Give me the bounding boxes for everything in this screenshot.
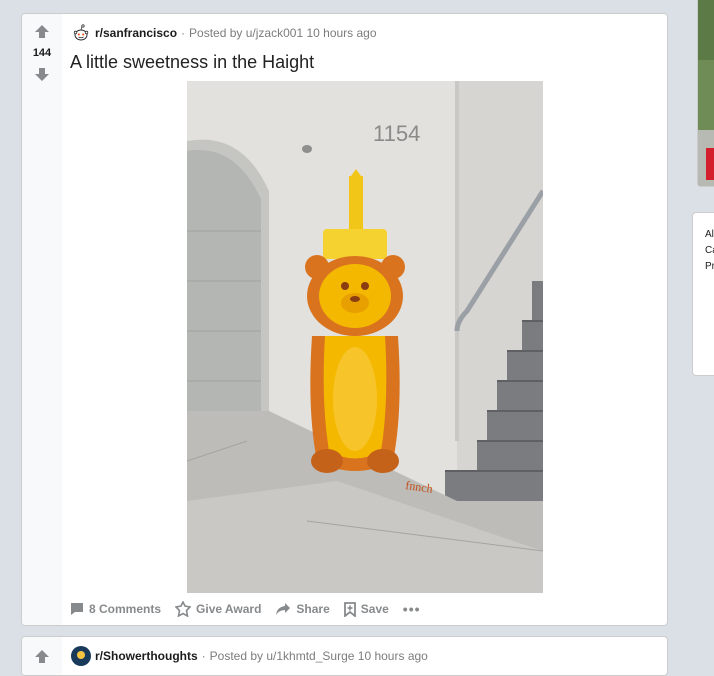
vote-column: 144	[22, 14, 62, 625]
vote-count: 144	[32, 47, 52, 59]
subreddit-link[interactable]: r/Showerthoughts	[95, 649, 198, 663]
sidebar-image	[698, 0, 714, 186]
give-award-button[interactable]: Give Award	[173, 599, 263, 619]
subreddit-link[interactable]: r/sanfrancisco	[95, 26, 177, 40]
share-icon	[276, 603, 291, 615]
house-number: 1154	[373, 121, 420, 146]
post-image[interactable]: 1154 fnnch	[187, 81, 543, 593]
share-label: Share	[296, 602, 330, 616]
meta-separator: ·	[181, 26, 186, 40]
next-post-meta: r/Showerthoughts · Posted by u/1khmtd_Su…	[71, 646, 657, 666]
post-meta: r/sanfrancisco · Posted by u/jzack001 10…	[71, 23, 657, 43]
subreddit-icon[interactable]	[71, 646, 91, 666]
award-icon	[175, 601, 192, 617]
sidebar-card: Al Ca Pr	[692, 212, 714, 376]
share-button[interactable]: Share	[273, 600, 331, 618]
post-time: 10 hours ago	[357, 649, 428, 663]
comments-button[interactable]: 8 Comments	[68, 600, 163, 618]
post-actions: 8 Comments Give Award Share Save •••	[68, 598, 433, 620]
upvote-arrow-icon[interactable]	[34, 24, 50, 40]
post-title[interactable]: A little sweetness in the Haight	[70, 52, 314, 73]
posted-by-prefix: Posted by	[189, 26, 246, 40]
sidebar-line: Ca	[705, 245, 714, 256]
sidebar-line: Al	[705, 229, 714, 240]
next-post-card: r/Showerthoughts · Posted by u/1khmtd_Su…	[21, 636, 668, 676]
comment-icon	[71, 603, 83, 615]
reddit-snoo-icon[interactable]	[71, 23, 91, 43]
bookmark-icon	[343, 601, 356, 617]
downvote-arrow-icon[interactable]	[34, 66, 50, 82]
username-link[interactable]: u/1khmtd_Surge	[266, 649, 354, 663]
comments-label: 8 Comments	[89, 602, 162, 616]
username-link[interactable]: u/jzack001	[246, 26, 303, 40]
posted-by-prefix: Posted by	[209, 649, 267, 663]
upvote-arrow-icon[interactable]	[34, 649, 50, 665]
award-label: Give Award	[196, 602, 262, 616]
sidebar-image-widget[interactable]	[697, 0, 714, 187]
posted-by: Posted by u/jzack001 10 hours ago	[189, 26, 376, 40]
save-label: Save	[360, 602, 389, 616]
sidebar-line: Pr	[705, 261, 714, 272]
save-button[interactable]: Save	[342, 600, 391, 619]
vote-column-next	[22, 637, 62, 675]
posted-by: Posted by u/1khmtd_Surge 10 hours ago	[210, 649, 428, 663]
more-options-button[interactable]: •••	[401, 599, 423, 619]
post-time: 10 hours ago	[306, 26, 377, 40]
post-card: 144 r/sanfrancisco · Posted by u/jzack00…	[21, 13, 668, 626]
meta-separator: ·	[201, 649, 206, 663]
